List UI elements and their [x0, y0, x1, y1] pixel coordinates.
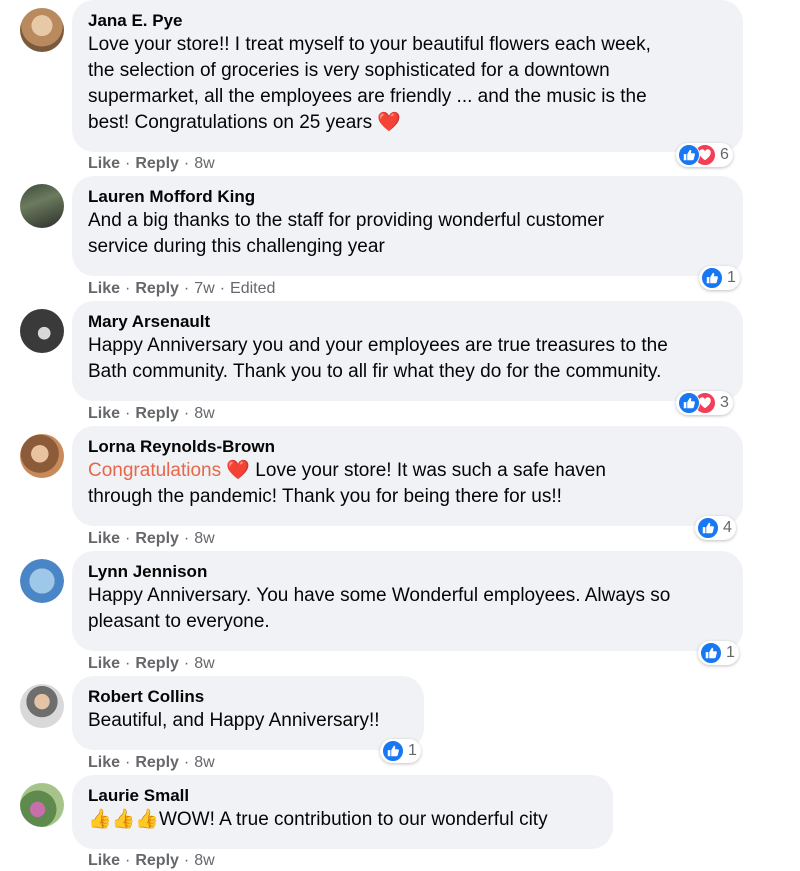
reaction-summary[interactable]: 1	[380, 739, 421, 763]
comment-author[interactable]: Mary Arsenault	[88, 311, 727, 333]
comment-text-line: through the pandemic! Thank you for bein…	[88, 486, 562, 507]
timestamp[interactable]: 8w	[194, 852, 214, 869]
reaction-summary[interactable]: 1	[699, 266, 740, 290]
separator: ·	[183, 280, 190, 297]
separator: ·	[183, 405, 190, 422]
like-icon	[701, 267, 723, 289]
reaction-summary[interactable]: 4	[695, 516, 736, 540]
reply-link[interactable]: Reply	[135, 852, 179, 869]
timestamp[interactable]: 8w	[194, 655, 214, 672]
separator: ·	[125, 530, 131, 547]
timestamp[interactable]: 8w	[194, 405, 214, 422]
reaction-summary[interactable]: 6	[676, 143, 733, 167]
comment-actions: Like · Reply · 8w	[88, 753, 215, 773]
separator: ·	[125, 655, 131, 672]
avatar[interactable]	[20, 184, 64, 228]
reaction-summary[interactable]: 1	[698, 641, 739, 665]
comment-text-line: Congratulations ❤️ Love your store! It w…	[88, 458, 727, 484]
timestamp[interactable]: 7w	[194, 280, 214, 297]
avatar[interactable]	[20, 309, 64, 353]
comment-actions: Like · Reply · 8w	[88, 654, 215, 674]
comment-bubble: Jana E. Pye Love your store!! I treat my…	[72, 0, 743, 152]
separator: ·	[183, 155, 190, 172]
comment-author[interactable]: Lynn Jennison	[88, 561, 727, 583]
separator: ·	[125, 405, 131, 422]
comment-text-line: pleasant to everyone.	[88, 611, 270, 632]
like-icon	[678, 144, 700, 166]
avatar[interactable]	[20, 434, 64, 478]
comment-author[interactable]: Laurie Small	[88, 785, 597, 807]
separator: ·	[183, 655, 190, 672]
comment-bubble: Lynn Jennison Happy Anniversary. You hav…	[72, 551, 743, 651]
separator: ·	[125, 754, 131, 771]
like-link[interactable]: Like	[88, 280, 120, 297]
comment-bubble: Lorna Reynolds-Brown Congratulations ❤️ …	[72, 426, 743, 526]
avatar[interactable]	[20, 559, 64, 603]
comment-bubble: Robert Collins Beautiful, and Happy Anni…	[72, 676, 424, 750]
comment-actions: Like · Reply · 8w	[88, 529, 215, 549]
separator: ·	[183, 530, 190, 547]
highlighted-text[interactable]: Congratulations	[88, 460, 221, 481]
avatar[interactable]	[20, 684, 64, 728]
edited-label[interactable]: Edited	[230, 280, 275, 297]
like-icon	[678, 392, 700, 414]
comment-text-line: Bath community. Thank you to all fir wha…	[88, 361, 662, 382]
like-link[interactable]: Like	[88, 754, 120, 771]
reaction-count: 1	[408, 742, 417, 759]
comment-author[interactable]: Robert Collins	[88, 686, 408, 708]
comment-text-line: 👍👍👍WOW! A true contribution to our wonde…	[88, 809, 548, 830]
comment-author[interactable]: Jana E. Pye	[88, 10, 727, 32]
comment-text-line: supermarket, all the employees are frien…	[88, 86, 647, 107]
reaction-count: 4	[723, 519, 732, 536]
timestamp[interactable]: 8w	[194, 530, 214, 547]
comment-actions: Like · Reply · 8w	[88, 851, 215, 871]
comment-text-line: the selection of groceries is very sophi…	[88, 60, 610, 81]
separator: ·	[183, 754, 190, 771]
comment-text-line: service during this challenging year	[88, 236, 385, 257]
separator: ·	[125, 155, 131, 172]
reaction-count: 1	[726, 644, 735, 661]
comment-actions: Like · Reply · 8w	[88, 154, 215, 174]
avatar[interactable]	[20, 783, 64, 827]
reply-link[interactable]: Reply	[135, 530, 179, 547]
comment-bubble: Lauren Mofford King And a big thanks to …	[72, 176, 743, 276]
comment-bubble: Laurie Small 👍👍👍WOW! A true contribution…	[72, 775, 613, 849]
comment-author[interactable]: Lorna Reynolds-Brown	[88, 436, 727, 458]
comment-text-line: best! Congratulations on 25 years ❤️	[88, 112, 402, 133]
like-icon	[697, 517, 719, 539]
comment-text-segment: ❤️ Love your store! It was such a safe h…	[221, 460, 606, 481]
like-link[interactable]: Like	[88, 530, 120, 547]
reaction-summary[interactable]: 3	[676, 391, 733, 415]
reaction-count: 1	[727, 269, 736, 286]
like-link[interactable]: Like	[88, 405, 120, 422]
comment-text-line: And a big thanks to the staff for provid…	[88, 210, 605, 231]
reply-link[interactable]: Reply	[135, 405, 179, 422]
reaction-count: 3	[720, 394, 729, 411]
separator: ·	[219, 280, 226, 297]
comment-actions: Like · Reply · 7w · Edited	[88, 279, 275, 299]
separator: ·	[125, 852, 131, 869]
separator: ·	[183, 852, 190, 869]
reply-link[interactable]: Reply	[135, 655, 179, 672]
comment-text-line: Love your store!! I treat myself to your…	[88, 34, 651, 55]
comment-text-line: Happy Anniversary. You have some Wonderf…	[88, 585, 671, 606]
like-icon	[700, 642, 722, 664]
timestamp[interactable]: 8w	[194, 754, 214, 771]
reply-link[interactable]: Reply	[135, 280, 179, 297]
avatar[interactable]	[20, 8, 64, 52]
separator: ·	[125, 280, 131, 297]
reply-link[interactable]: Reply	[135, 754, 179, 771]
like-icon	[382, 740, 404, 762]
comment-actions: Like · Reply · 8w	[88, 404, 215, 424]
like-link[interactable]: Like	[88, 852, 120, 869]
like-link[interactable]: Like	[88, 655, 120, 672]
reaction-count: 6	[720, 146, 729, 163]
timestamp[interactable]: 8w	[194, 155, 214, 172]
comment-bubble: Mary Arsenault Happy Anniversary you and…	[72, 301, 743, 401]
reply-link[interactable]: Reply	[135, 155, 179, 172]
comment-author[interactable]: Lauren Mofford King	[88, 186, 727, 208]
comment-text-line: Happy Anniversary you and your employees…	[88, 335, 668, 356]
comment-text-line: Beautiful, and Happy Anniversary!!	[88, 710, 380, 731]
like-link[interactable]: Like	[88, 155, 120, 172]
